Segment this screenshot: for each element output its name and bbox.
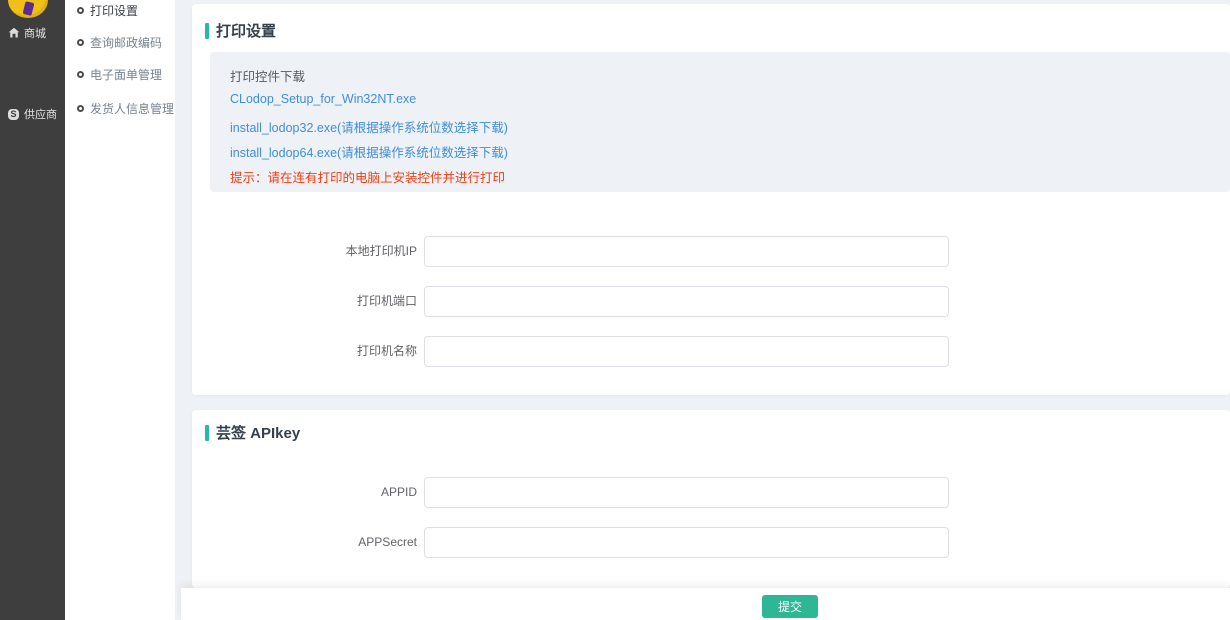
page-title: 打印设置 [216, 20, 276, 41]
appsecret-label: APPSecret [257, 527, 417, 558]
print-settings-card: 打印设置 打印控件下载 CLodop_Setup_for_Win32NT.exe… [192, 4, 1230, 395]
supplier-icon: S [8, 109, 19, 120]
accent-bar-icon [205, 23, 209, 39]
secondary-sidebar: 打印设置 查询邮政编码 电子面单管理 发货人信息管理 [65, 0, 175, 620]
download-link-lodop32[interactable]: install_lodop32.exe(请根据操作系统位数选择下载) [230, 117, 508, 136]
submenu-item-ewaybill-manage[interactable]: 电子面单管理 [77, 66, 162, 83]
printer-port-input[interactable] [424, 286, 949, 317]
app-logo [8, 0, 48, 18]
circle-icon [77, 39, 84, 46]
logo-mark [23, 1, 35, 16]
download-link-lodop64[interactable]: install_lodop64.exe(请根据操作系统位数选择下载) [230, 142, 508, 161]
sidebar-item-label: 供应商 [24, 106, 57, 122]
section-title-apikey: 芸签 APIkey [205, 422, 300, 443]
accent-bar-icon [205, 425, 209, 441]
apikey-card: 芸签 APIkey APPID APPSecret [192, 410, 1230, 588]
circle-icon [77, 7, 84, 14]
footer-bar: 提交 [181, 588, 1230, 620]
printer-name-label: 打印机名称 [257, 336, 417, 367]
appid-label: APPID [257, 477, 417, 508]
download-heading: 打印控件下载 [230, 66, 305, 85]
submit-button[interactable]: 提交 [762, 595, 818, 618]
circle-icon [77, 105, 84, 112]
submenu-item-label: 查询邮政编码 [90, 34, 162, 51]
sidebar-item-label: 商城 [24, 25, 46, 41]
printer-name-input[interactable] [424, 336, 949, 367]
appsecret-input[interactable] [424, 527, 949, 558]
section-title-print-settings: 打印设置 [205, 20, 276, 41]
circle-icon [77, 71, 84, 78]
apikey-title: 芸签 APIkey [216, 422, 300, 443]
submenu-item-zipcode-query[interactable]: 查询邮政编码 [77, 34, 162, 51]
sidebar-item-supplier[interactable]: S 供应商 [0, 105, 65, 123]
home-icon [8, 27, 20, 39]
primary-sidebar: 商城 S 供应商 [0, 0, 65, 620]
printer-ip-input[interactable] [424, 236, 949, 267]
download-link-clodop[interactable]: CLodop_Setup_for_Win32NT.exe [230, 92, 416, 106]
submenu-item-sender-info-manage[interactable]: 发货人信息管理 [77, 100, 174, 117]
submenu-item-label: 电子面单管理 [90, 66, 162, 83]
printer-port-label: 打印机端口 [257, 286, 417, 317]
download-info-box: 打印控件下载 CLodop_Setup_for_Win32NT.exe inst… [210, 52, 1230, 192]
submenu-item-print-settings[interactable]: 打印设置 [77, 2, 138, 19]
submenu-item-label: 发货人信息管理 [90, 100, 174, 117]
appid-input[interactable] [424, 477, 949, 508]
download-tip: 提示：请在连有打印的电脑上安装控件并进行打印 [230, 167, 505, 186]
sidebar-item-mall[interactable]: 商城 [0, 24, 65, 42]
printer-ip-label: 本地打印机IP [257, 236, 417, 267]
submenu-item-label: 打印设置 [90, 2, 138, 19]
